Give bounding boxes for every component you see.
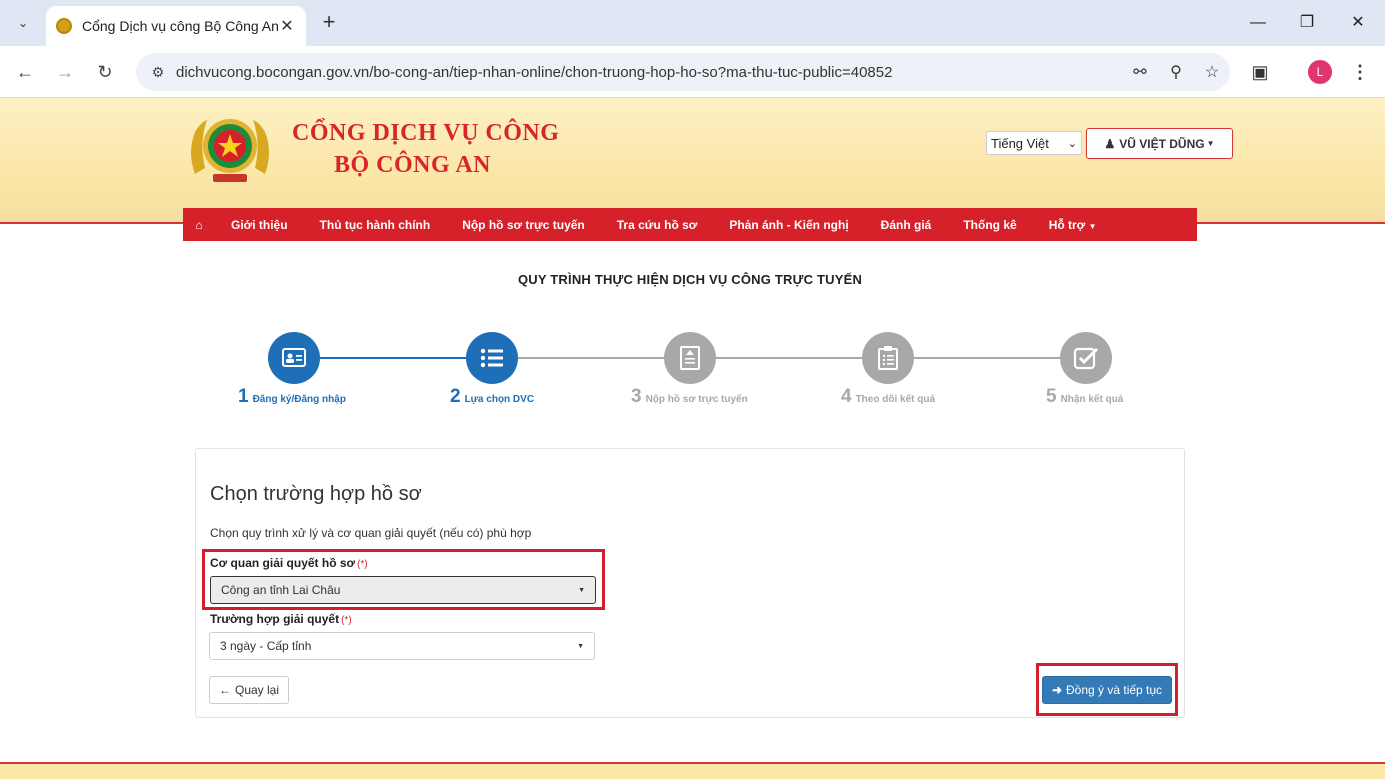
menu-item-thong-ke[interactable]: Thống kê [947,218,1032,232]
minimize-icon[interactable]: — [1243,10,1273,36]
process-title: QUY TRÌNH THỰC HIỆN DỊCH VỤ CÔNG TRỰC TU… [517,272,863,287]
agree-continue-button[interactable]: ➜ Đồng ý và tiếp tục [1042,676,1172,704]
main-menu: ⌂ Giới thiệu Thủ tục hành chính Nộp hồ s… [183,208,1197,241]
browser-menu-icon[interactable]: ⋮ [1348,58,1372,86]
caret-down-icon: ▼ [577,642,584,650]
agency-label: Cơ quan giải quyết hồ sơ (*) [210,556,368,570]
language-select[interactable]: Tiếng Việt ⌄ [986,131,1082,155]
step-text: Đăng ký/Đăng nhập [252,394,346,405]
arrow-left-icon: ← [218,683,231,697]
check-square-icon [1073,347,1099,370]
step-number: 2 [450,386,461,407]
step-2-circle [466,332,518,384]
menu-item-ho-tro-label: Hỗ trợ [1048,217,1086,232]
user-name: VŨ VIỆT DŨNG [1119,136,1205,151]
reload-icon[interactable]: ↻ [91,58,119,86]
case-label: Trường hợp giải quyết (*) [210,612,352,626]
agree-continue-label: Đồng ý và tiếp tục [1066,683,1163,697]
new-tab-button[interactable]: + [316,10,342,36]
site-footer [0,762,1385,779]
tab-close-icon[interactable]: ✕ [278,16,296,36]
home-icon[interactable]: ⌂ [183,218,215,232]
site-settings-icon[interactable]: ⚙ [140,64,176,81]
bookmark-star-icon[interactable]: ☆ [1194,62,1230,82]
user-icon: ♟ [1104,136,1116,151]
id-card-icon [282,348,306,367]
step-text: Nộp hồ sơ trực tuyến [645,394,748,405]
step-text: Theo dõi kết quả [855,394,936,405]
required-mark: (*) [357,559,368,570]
brand-title-line1: CỔNG DỊCH VỤ CÔNG [292,120,560,146]
step-number: 1 [238,386,249,407]
step-5-label: 5 Nhận kết quả [1046,386,1123,408]
step-text: Nhận kết quả [1060,394,1124,405]
agency-select-value: Công an tỉnh Lai Châu [221,583,341,597]
step-3-circle [664,332,716,384]
step-4-label: 4 Theo dõi kết quả [841,386,935,408]
tab-title: Cổng Dịch vụ công Bộ Công An [82,18,278,34]
caret-down-icon: ▼ [1206,139,1215,148]
step-connector-3 [716,357,862,359]
step-connector-2 [518,357,664,359]
forward-arrow-icon[interactable]: → [51,58,79,86]
language-value: Tiếng Việt [991,135,1049,151]
extensions-icon[interactable]: ▣ [1246,58,1274,86]
profile-avatar[interactable]: L [1308,60,1332,84]
brand-title-line2: BỘ CÔNG AN [334,152,492,178]
back-arrow-icon[interactable]: ← [11,58,39,86]
case-label-text: Trường hợp giải quyết [210,612,340,626]
panel-title: Chọn trường hợp hồ sơ [210,483,422,505]
arrow-right-icon: ➜ [1051,683,1062,697]
step-4-circle [862,332,914,384]
case-select-value: 3 ngày - Cấp tỉnh [220,639,312,653]
required-mark: (*) [341,615,352,626]
step-5-circle [1060,332,1112,384]
step-number: 3 [631,386,642,407]
step-connector-1 [320,357,466,359]
password-key-icon[interactable]: ⚯ [1122,62,1158,82]
case-selection-panel: Chọn trường hợp hồ sơ Chọn quy trình xử … [195,448,1185,718]
menu-item-thu-tuc[interactable]: Thủ tục hành chính [304,218,447,232]
clipboard-icon [878,346,898,370]
menu-item-ho-tro[interactable]: Hỗ trợ ▼ [1033,218,1113,232]
back-button[interactable]: ← Quay lại [209,676,289,704]
list-icon [480,348,503,368]
step-number: 4 [841,386,852,407]
zoom-icon[interactable]: ⚲ [1158,62,1194,82]
agency-label-text: Cơ quan giải quyết hồ sơ [210,556,356,570]
url-text[interactable]: dichvucong.bocongan.gov.vn/bo-cong-an/ti… [176,64,1122,81]
step-2-label: 2 Lựa chọn DVC [450,386,534,408]
chevron-down-icon: ⌄ [1067,137,1077,150]
site-favicon-icon [56,18,72,34]
page-content: CỔNG DỊCH VỤ CÔNG BỘ CÔNG AN Tiếng Việt … [0,98,1385,779]
caret-down-icon: ▼ [578,586,585,594]
tab-list-button[interactable]: ⌄ [8,8,38,38]
step-3-label: 3 Nộp hồ sơ trực tuyến [631,386,748,408]
user-menu-button[interactable]: ♟ VŨ VIỆT DŨNG ▼ [1086,128,1233,159]
case-select[interactable]: 3 ngày - Cấp tỉnh ▼ [209,632,595,660]
browser-tab[interactable]: Cổng Dịch vụ công Bộ Công An ✕ [46,6,306,46]
browser-tab-bar: ⌄ Cổng Dịch vụ công Bộ Công An ✕ + — ❐ ✕ [0,0,1385,46]
menu-item-phan-anh[interactable]: Phản ánh - Kiến nghị [713,218,864,232]
back-button-label: Quay lại [234,683,280,697]
restore-icon[interactable]: ❐ [1292,10,1322,36]
menu-item-nop-ho-so[interactable]: Nộp hồ sơ trực tuyến [446,218,601,232]
step-connector-4 [914,357,1060,359]
step-text: Lựa chọn DVC [464,394,535,405]
menu-item-gioi-thieu[interactable]: Giới thiệu [215,218,304,232]
police-emblem-logo[interactable] [185,112,275,186]
menu-item-tra-cuu[interactable]: Tra cứu hồ sơ [601,218,714,232]
step-1-circle [268,332,320,384]
caret-down-icon: ▼ [1088,221,1097,231]
step-1-label: 1 Đăng ký/Đăng nhập [238,386,346,408]
window-close-icon[interactable]: ✕ [1343,10,1373,36]
step-number: 5 [1046,386,1057,407]
document-upload-icon [680,346,700,370]
menu-item-danh-gia[interactable]: Đánh giá [865,218,948,232]
address-bar[interactable]: ⚙ dichvucong.bocongan.gov.vn/bo-cong-an/… [136,53,1230,91]
browser-toolbar: ← → ↻ ⚙ dichvucong.bocongan.gov.vn/bo-co… [0,46,1385,98]
panel-subtitle: Chọn quy trình xử lý và cơ quan giải quy… [210,526,532,540]
agency-select[interactable]: Công an tỉnh Lai Châu ▼ [210,576,596,604]
